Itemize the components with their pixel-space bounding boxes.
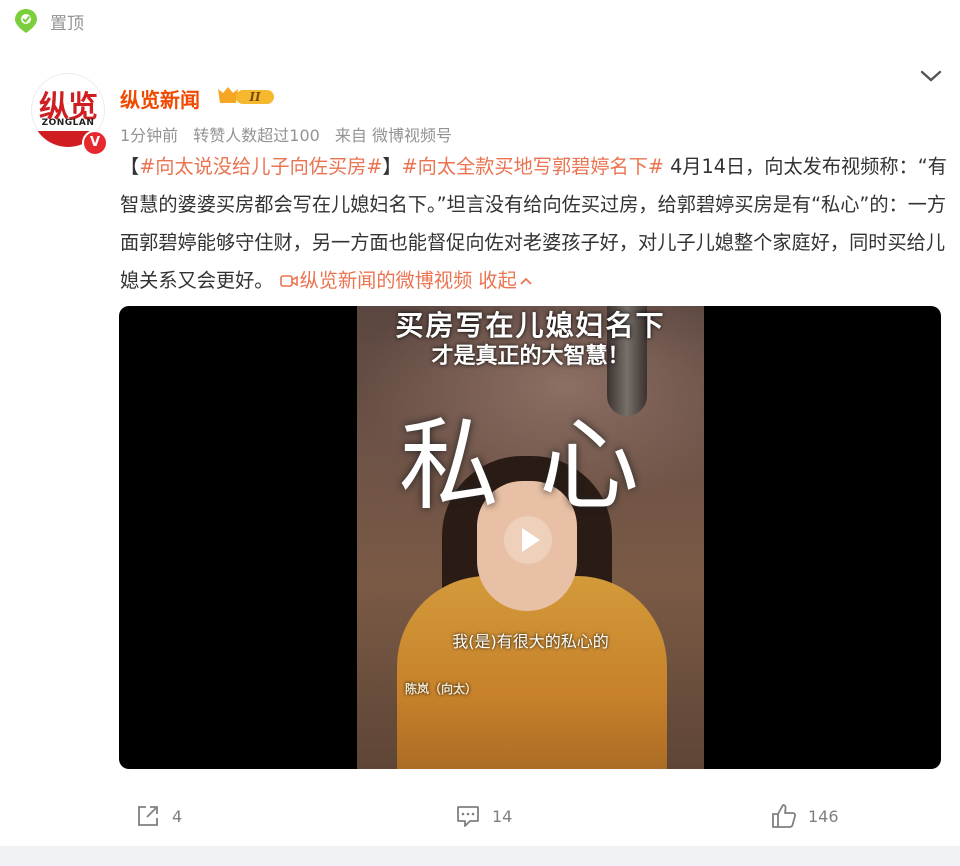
action-bar: 4 14 146 bbox=[0, 796, 960, 836]
topic-link-1[interactable]: #向太说没给儿子向佐买房# bbox=[139, 155, 382, 178]
play-icon[interactable] bbox=[503, 515, 553, 565]
feed-separator bbox=[0, 846, 960, 866]
repost-info: 转赞人数超过100 bbox=[193, 126, 320, 145]
verified-badge: V bbox=[82, 130, 108, 156]
video-nameplate: 陈岚（向太） bbox=[405, 682, 478, 696]
like-button[interactable]: 146 bbox=[770, 796, 839, 836]
video-subtitle: 我(是)有很大的私心的 bbox=[452, 632, 609, 651]
comment-button[interactable]: 14 bbox=[454, 796, 512, 836]
post-meta: 1分钟前 转赞人数超过100 来自 微博视频号 bbox=[120, 122, 462, 146]
collapse-button[interactable]: 收起 bbox=[478, 269, 532, 292]
comment-icon bbox=[457, 806, 479, 827]
avatar-logo-sub: ZONGLAN bbox=[41, 118, 95, 128]
comment-count: 14 bbox=[492, 806, 513, 826]
bracket-open: 【 bbox=[120, 155, 140, 178]
like-icon bbox=[772, 804, 797, 828]
share-icon bbox=[138, 806, 158, 826]
vip-badge: II bbox=[218, 87, 274, 104]
post-source[interactable]: 来自 微博视频号 bbox=[335, 126, 452, 145]
video-player[interactable]: 买房写在儿媳妇名下 才是真正的大智慧！ 私心 我(是)有很大的私心的 陈岚（向太… bbox=[119, 306, 941, 769]
pin-indicator: 置顶 bbox=[14, 6, 84, 36]
like-count: 146 bbox=[808, 806, 839, 826]
share-button[interactable]: 4 bbox=[134, 796, 182, 836]
pin-icon bbox=[15, 9, 37, 33]
video-link-label: 纵览新闻的微博视频 bbox=[299, 269, 473, 292]
collapse-label: 收起 bbox=[478, 269, 517, 292]
bracket-close: 】 bbox=[382, 155, 402, 178]
share-count: 4 bbox=[172, 806, 183, 826]
svg-text:II: II bbox=[248, 90, 261, 104]
video-overlay-word: 私心 bbox=[399, 407, 679, 524]
pin-label: 置顶 bbox=[50, 13, 84, 34]
chevron-up-icon bbox=[520, 277, 532, 285]
video-link-icon bbox=[279, 275, 298, 287]
chevron-down-icon[interactable] bbox=[918, 66, 944, 86]
post-time[interactable]: 1分钟前 bbox=[120, 126, 178, 145]
video-link[interactable]: 纵览新闻的微博视频 bbox=[279, 269, 473, 292]
topic-link-2[interactable]: #向太全款买地写郭碧婷名下# bbox=[402, 155, 664, 178]
author-name[interactable]: 纵览新闻 bbox=[120, 84, 200, 113]
post-content: 【#向太说没给儿子向佐买房#】#向太全款买地写郭碧婷名下# 4月14日，向太发布… bbox=[120, 148, 950, 300]
video-caption-line2: 才是真正的大智慧！ bbox=[431, 343, 630, 369]
